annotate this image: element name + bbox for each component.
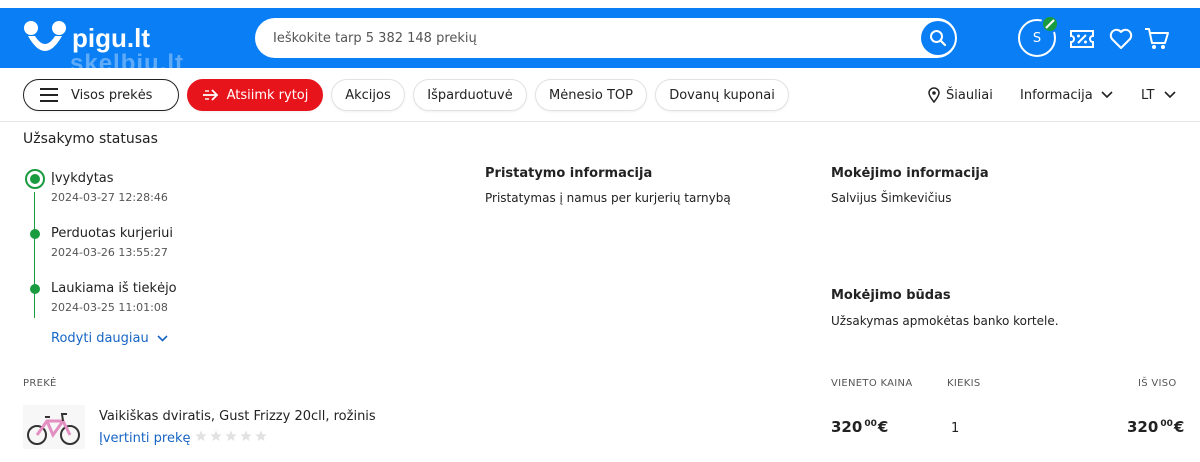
- location-pin-icon: [928, 87, 940, 103]
- top-header: pigu.lt skelbiu.lt S: [0, 8, 1200, 77]
- status-current-icon: [25, 169, 45, 189]
- all-products-button[interactable]: Visos prekės: [23, 79, 179, 111]
- nav-pill-akcijos[interactable]: Akcijos: [331, 79, 405, 111]
- search-icon: [930, 30, 947, 47]
- show-more-label: Rodyti daugiau: [51, 331, 149, 346]
- location-selector[interactable]: Šiauliai: [928, 79, 993, 111]
- coupon-icon: [1070, 30, 1094, 48]
- star-icon[interactable]: [210, 430, 222, 442]
- total-price: 320 00 €: [1127, 418, 1184, 436]
- status-date: 2024-03-26 13:55:27: [51, 246, 168, 259]
- rate-product-link[interactable]: Įvertinti prekę: [99, 431, 191, 446]
- star-icon[interactable]: [240, 430, 252, 442]
- pigu-logo-icon: [24, 21, 66, 51]
- all-products-label: Visos prekės: [71, 87, 153, 103]
- currency-symbol: €: [877, 418, 889, 436]
- status-dot-icon: [30, 229, 40, 239]
- hamburger-menu-icon: [40, 88, 58, 102]
- pickup-tomorrow-label: Atsiimk rytoj: [226, 87, 309, 103]
- nav-pill-ispardatuve[interactable]: Išparduotuvė: [413, 79, 527, 111]
- chevron-down-icon: [1164, 91, 1176, 99]
- nav-pill-menesio-top[interactable]: Mėnesio TOP: [535, 79, 647, 111]
- language-dropdown[interactable]: LT: [1141, 79, 1176, 111]
- rating-stars[interactable]: [195, 430, 267, 442]
- total-price-main: 320: [1127, 418, 1159, 436]
- status-dot-icon: [30, 284, 40, 294]
- payment-info-text: Salvijus Šimkevičius: [831, 191, 952, 205]
- currency-symbol: €: [1173, 418, 1185, 436]
- unit-price: 320 00 €: [831, 418, 888, 436]
- column-header-quantity: KIEKIS: [947, 378, 981, 389]
- loyalty-badge-icon: [1041, 15, 1059, 33]
- status-label: Perduotas kurjeriui: [51, 226, 174, 241]
- language-label: LT: [1141, 87, 1155, 103]
- cart-icon: [1145, 28, 1169, 49]
- status-label: Laukiama iš tiekėjo: [51, 281, 177, 296]
- delivery-info-text: Pristatymas į namus per kurjerių tarnybą: [485, 191, 731, 205]
- coupon-button[interactable]: [1069, 26, 1095, 52]
- chevron-down-icon: [1101, 91, 1113, 99]
- total-price-cents: 00: [1160, 419, 1173, 429]
- payment-info-heading: Mokėjimo informacija: [831, 166, 989, 181]
- wishlist-button[interactable]: [1108, 26, 1134, 52]
- payment-method-heading: Mokėjimo būdas: [831, 288, 951, 303]
- column-header-product: PREKĖ: [23, 378, 57, 389]
- arrow-right-icon: [202, 89, 218, 101]
- location-label: Šiauliai: [946, 87, 993, 103]
- star-icon[interactable]: [255, 430, 267, 442]
- nav-pill-dovanu-kuponai[interactable]: Dovanų kuponai: [655, 79, 789, 111]
- column-header-total: IŠ VISO: [1138, 378, 1177, 389]
- timeline-line: [34, 192, 35, 318]
- search-bar: [255, 18, 957, 58]
- chevron-down-icon: [157, 335, 168, 342]
- order-status-title: Užsakymo statusas: [23, 131, 158, 147]
- status-label: Įvykdytas: [51, 171, 114, 186]
- cart-button[interactable]: [1144, 26, 1170, 52]
- logo-text: pigu.lt: [72, 22, 150, 53]
- info-dropdown[interactable]: Informacija: [1020, 79, 1113, 111]
- product-name-link[interactable]: Vaikiškas dviratis, Gust Frizzy 20cll, r…: [99, 409, 376, 424]
- status-date: 2024-03-27 12:28:46: [51, 191, 168, 204]
- info-label: Informacija: [1020, 87, 1093, 103]
- status-date: 2024-03-25 11:01:08: [51, 301, 168, 314]
- search-input[interactable]: [273, 18, 913, 58]
- product-thumbnail[interactable]: [23, 405, 85, 449]
- pickup-tomorrow-button[interactable]: Atsiimk rytoj: [187, 79, 323, 111]
- star-icon[interactable]: [195, 430, 207, 442]
- delivery-info-heading: Pristatymo informacija: [485, 166, 653, 181]
- star-icon[interactable]: [225, 430, 237, 442]
- quantity-value: 1: [951, 421, 960, 436]
- heart-icon: [1109, 28, 1133, 49]
- column-header-unit-price: VIENETO KAINA: [831, 378, 913, 389]
- show-more-link[interactable]: Rodyti daugiau: [51, 331, 168, 346]
- unit-price-cents: 00: [864, 419, 877, 429]
- search-button[interactable]: [921, 21, 955, 55]
- unit-price-main: 320: [831, 418, 863, 436]
- category-nav: Visos prekės Atsiimk rytoj Akcijos Išpar…: [0, 68, 1200, 122]
- payment-method-text: Užsakymas apmokėtas banko kortele.: [831, 314, 1059, 328]
